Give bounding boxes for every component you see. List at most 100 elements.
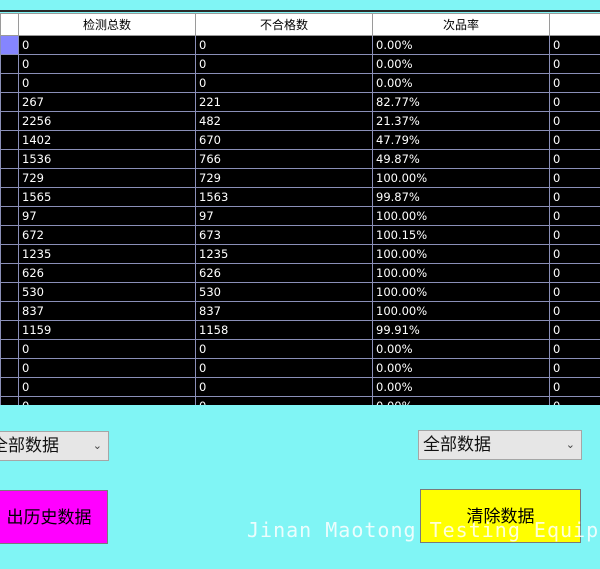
table-cell[interactable]: 0 [549, 225, 600, 245]
table-cell[interactable]: 0 [18, 54, 196, 74]
row-header[interactable] [0, 149, 19, 169]
table-cell[interactable]: 0 [195, 35, 373, 55]
table-row[interactable]: 000.00%0 [0, 35, 600, 55]
table-cell[interactable]: 530 [195, 282, 373, 302]
table-cell[interactable]: 1158 [195, 320, 373, 340]
table-cell[interactable]: 100.00% [372, 206, 550, 226]
row-header[interactable] [0, 225, 19, 245]
table-cell[interactable]: 766 [195, 149, 373, 169]
table-cell[interactable]: 0.00% [372, 73, 550, 93]
column-header[interactable]: 不合格数 [195, 13, 373, 36]
table-cell[interactable]: 0.00% [372, 377, 550, 397]
row-header[interactable] [0, 35, 19, 55]
table-row[interactable]: 000.00%0 [0, 396, 600, 405]
table-cell[interactable]: 0 [195, 339, 373, 359]
table-cell[interactable]: 0 [549, 54, 600, 74]
table-cell[interactable]: 837 [195, 301, 373, 321]
table-row[interactable]: 97 97 100.00% 0 [0, 206, 600, 226]
row-header[interactable] [0, 130, 19, 150]
table-row[interactable]: 626 626 100.00% 0 [0, 263, 600, 283]
table-cell[interactable]: 0 [195, 377, 373, 397]
table-cell[interactable]: 0 [549, 263, 600, 283]
table-row[interactable]: 1159 1158 99.91% 0 [0, 320, 600, 340]
table-row[interactable]: 000.00%0 [0, 73, 600, 93]
table-cell[interactable]: 0 [549, 73, 600, 93]
table-cell[interactable]: 1565 [18, 187, 196, 207]
table-cell[interactable]: 626 [195, 263, 373, 283]
table-cell[interactable]: 1235 [18, 244, 196, 264]
column-header[interactable]: 检测总数 [18, 13, 196, 36]
table-cell[interactable]: 1563 [195, 187, 373, 207]
table-cell[interactable]: 0 [549, 358, 600, 378]
table-row[interactable]: 000.00%0 [0, 377, 600, 397]
row-header[interactable] [0, 301, 19, 321]
table-cell[interactable]: 0 [18, 73, 196, 93]
table-cell[interactable]: 837 [18, 301, 196, 321]
table-row[interactable]: 2256 482 21.37% 0 [0, 111, 600, 131]
table-cell[interactable]: 1159 [18, 320, 196, 340]
table-cell[interactable]: 729 [18, 168, 196, 188]
table-cell[interactable]: 0 [18, 358, 196, 378]
table-cell[interactable]: 100.00% [372, 282, 550, 302]
table-row[interactable]: 837 837 100.00% 0 [0, 301, 600, 321]
table-cell[interactable]: 0 [549, 320, 600, 340]
table-cell[interactable]: 267 [18, 92, 196, 112]
table-row[interactable]: 1402 670 47.79% 0 [0, 130, 600, 150]
table-cell[interactable]: 670 [195, 130, 373, 150]
table-cell[interactable]: 482 [195, 111, 373, 131]
table-cell[interactable]: 530 [18, 282, 196, 302]
table-cell[interactable]: 100.15% [372, 225, 550, 245]
column-header[interactable]: 次品率 [372, 13, 550, 36]
table-cell[interactable]: 0 [18, 396, 196, 405]
table-row[interactable]: 267 221 82.77% 0 [0, 92, 600, 112]
left-filter-select[interactable]: 全部数据 ⌄ [0, 431, 109, 461]
table-cell[interactable]: 47.79% [372, 130, 550, 150]
row-header[interactable] [0, 54, 19, 74]
row-header[interactable] [0, 396, 19, 405]
table-row[interactable]: 672 673 100.15% 0 [0, 225, 600, 245]
table-cell[interactable]: 100.00% [372, 301, 550, 321]
data-grid[interactable]: 检测总数 不合格数 次品率 0 0 0.00% 0 0 0 0.00% 0 0 0 0.00% 0 267 2… [0, 13, 600, 405]
table-cell[interactable]: 0 [549, 206, 600, 226]
table-cell[interactable]: 673 [195, 225, 373, 245]
row-header[interactable] [0, 206, 19, 226]
table-cell[interactable]: 0 [549, 377, 600, 397]
table-row[interactable]: 1536 766 49.87% 0 [0, 149, 600, 169]
row-header[interactable] [0, 377, 19, 397]
table-cell[interactable]: 729 [195, 168, 373, 188]
row-header[interactable] [0, 339, 19, 359]
column-header[interactable] [549, 13, 600, 36]
table-cell[interactable]: 0 [18, 339, 196, 359]
table-cell[interactable]: 0 [549, 168, 600, 188]
table-cell[interactable]: 0.00% [372, 35, 550, 55]
table-cell[interactable]: 0 [195, 396, 373, 405]
row-header[interactable] [0, 263, 19, 283]
table-cell[interactable]: 0 [549, 35, 600, 55]
table-cell[interactable]: 1235 [195, 244, 373, 264]
table-cell[interactable]: 100.00% [372, 263, 550, 283]
row-header[interactable] [0, 358, 19, 378]
table-cell[interactable]: 0.00% [372, 396, 550, 405]
row-header[interactable] [0, 168, 19, 188]
row-header[interactable] [0, 187, 19, 207]
table-cell[interactable]: 0 [549, 396, 600, 405]
table-cell[interactable]: 0 [549, 187, 600, 207]
table-cell[interactable]: 97 [195, 206, 373, 226]
row-header[interactable] [0, 320, 19, 340]
table-row[interactable]: 530 530 100.00% 0 [0, 282, 600, 302]
row-header[interactable] [0, 244, 19, 264]
table-cell[interactable]: 0.00% [372, 339, 550, 359]
row-header[interactable] [0, 73, 19, 93]
table-cell[interactable]: 0 [549, 111, 600, 131]
table-cell[interactable]: 0 [549, 130, 600, 150]
table-cell[interactable]: 0 [549, 92, 600, 112]
table-cell[interactable]: 1402 [18, 130, 196, 150]
row-header[interactable] [0, 92, 19, 112]
table-cell[interactable]: 99.91% [372, 320, 550, 340]
table-cell[interactable]: 0 [18, 377, 196, 397]
table-row[interactable]: 000.00%0 [0, 358, 600, 378]
row-header[interactable] [0, 111, 19, 131]
export-history-button[interactable]: 出历史数据 [0, 490, 108, 544]
table-cell[interactable]: 0.00% [372, 358, 550, 378]
table-cell[interactable]: 672 [18, 225, 196, 245]
